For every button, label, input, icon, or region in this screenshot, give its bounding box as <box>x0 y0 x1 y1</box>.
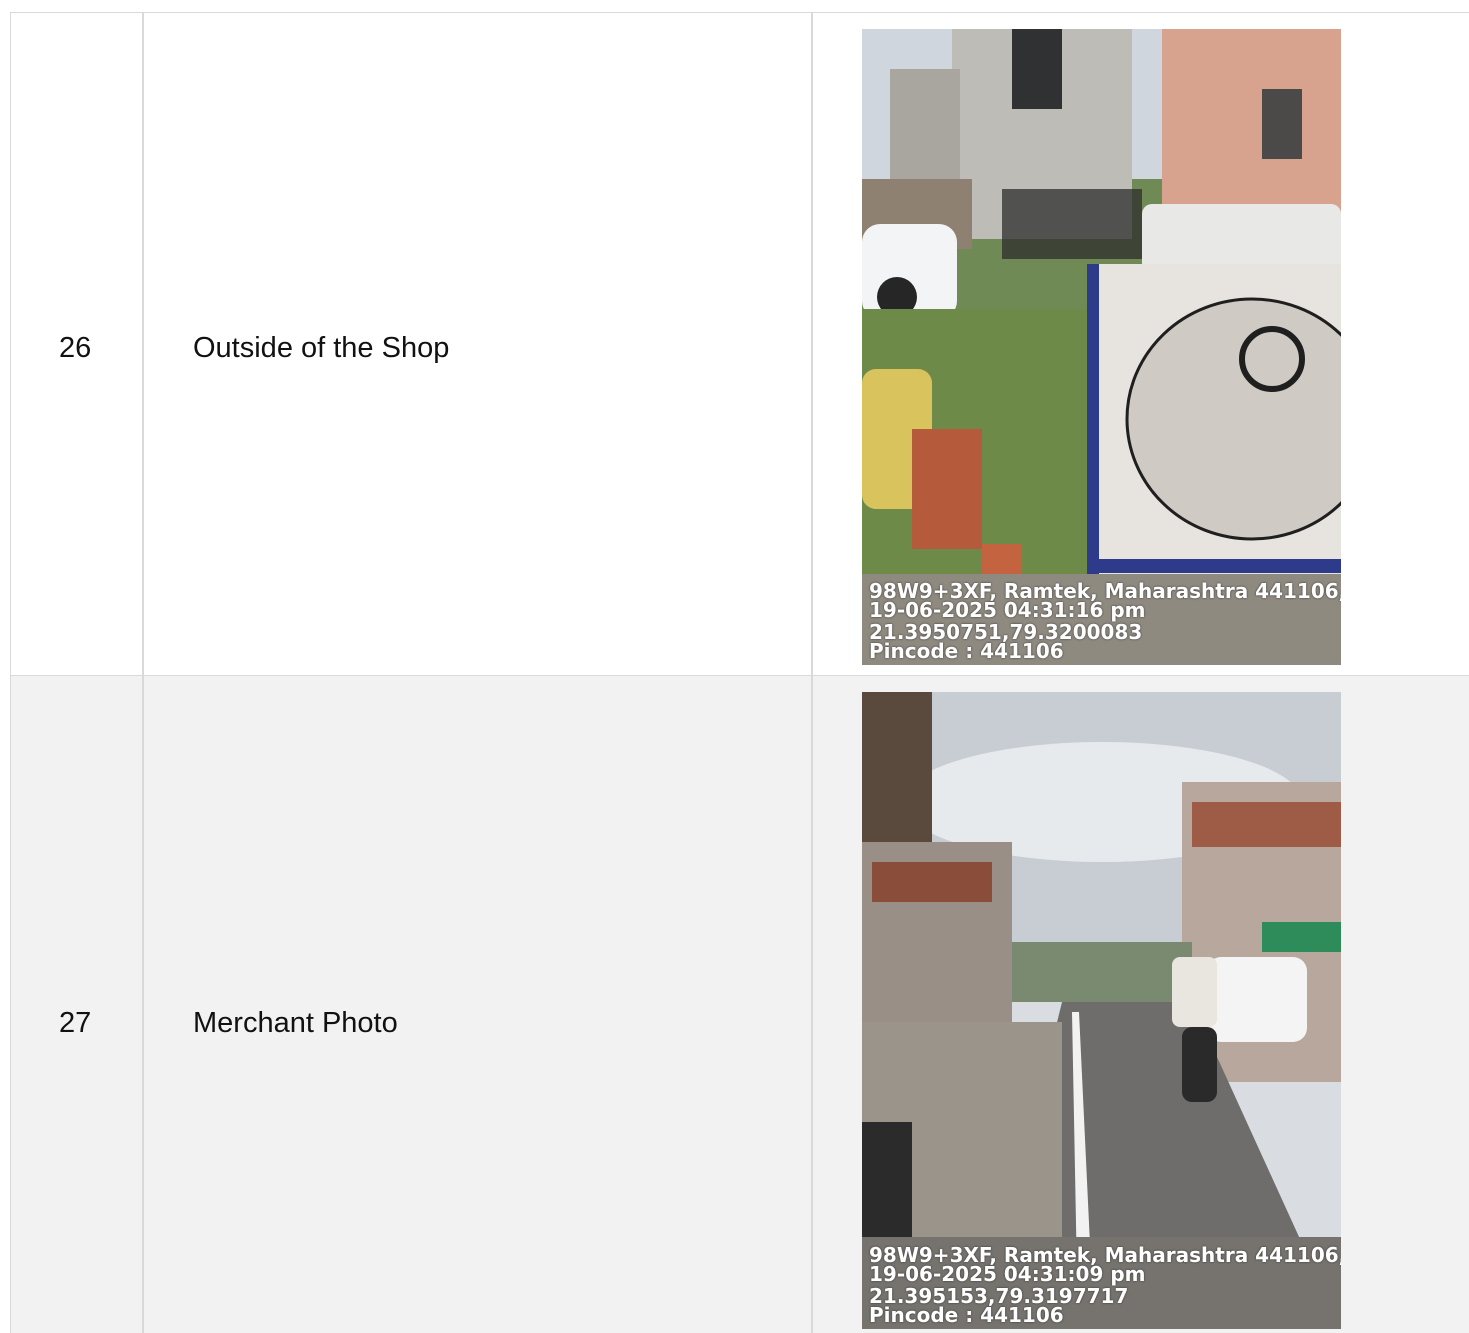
row-number: 27 <box>59 1007 92 1039</box>
row-number: 26 <box>59 332 92 364</box>
row-number-cell: 27 <box>11 676 144 1333</box>
row-photo-cell: 98W9+3XF, Ramtek, Maharashtra 441106, In… <box>815 13 1469 675</box>
row-label: Outside of the Shop <box>193 332 450 364</box>
stamp-pincode: Pincode : 441106 <box>869 639 1064 663</box>
row-label: Merchant Photo <box>193 1007 398 1039</box>
row-label-cell: Outside of the Shop <box>146 13 813 675</box>
geo-stamp: 98W9+3XF, Ramtek, Maharashtra 441106, In… <box>869 1245 1341 1327</box>
merchant-street-image <box>862 692 1341 1329</box>
table-row: 27 Merchant Photo 98W9+3XF, Ramtek, Maha… <box>11 676 1469 1333</box>
shop-outside-photo[interactable]: 98W9+3XF, Ramtek, Maharashtra 441106, In… <box>862 29 1341 665</box>
stamp-datetime: 19-06-2025 04:31:16 pm <box>869 598 1146 622</box>
row-number-cell: 26 <box>11 13 144 675</box>
geo-stamp: 98W9+3XF, Ramtek, Maharashtra 441106, In… <box>869 581 1341 663</box>
stamp-pincode: Pincode : 441106 <box>869 1303 1064 1327</box>
table-row: 26 Outside of the Shop 98W9+3XF, Ramtek,… <box>11 13 1469 676</box>
row-label-cell: Merchant Photo <box>146 676 813 1333</box>
row-photo-cell: 98W9+3XF, Ramtek, Maharashtra 441106, In… <box>815 676 1469 1333</box>
merchant-photo[interactable]: 98W9+3XF, Ramtek, Maharashtra 441106, In… <box>862 692 1341 1329</box>
shop-outside-image <box>862 29 1341 665</box>
stamp-datetime: 19-06-2025 04:31:09 pm <box>869 1262 1146 1286</box>
photo-table: 26 Outside of the Shop 98W9+3XF, Ramtek,… <box>10 12 1469 1333</box>
